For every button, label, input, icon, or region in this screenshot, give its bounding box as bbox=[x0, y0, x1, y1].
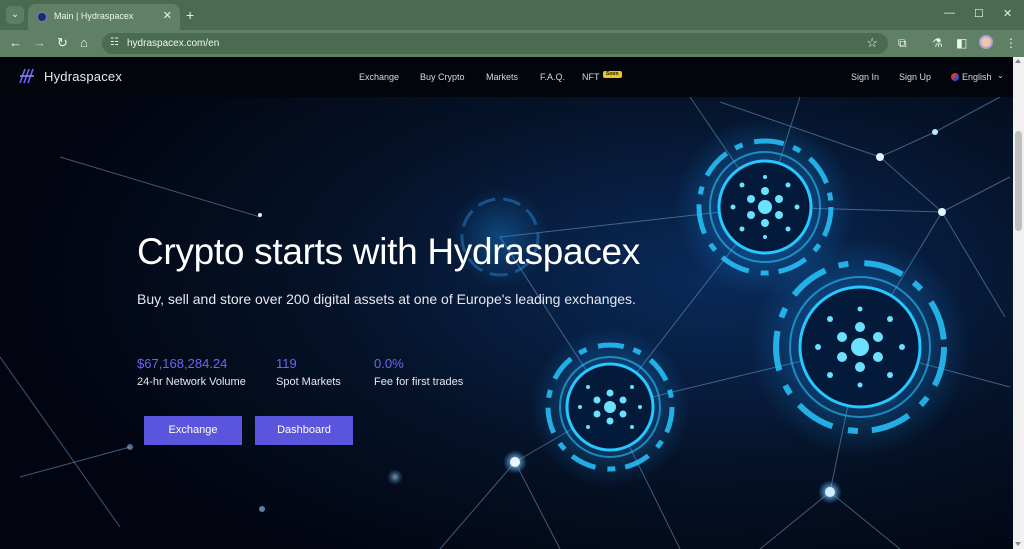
hero-headline: Crypto starts with Hydraspacex bbox=[137, 231, 641, 272]
maximize-icon[interactable]: ☐ bbox=[974, 7, 984, 20]
nav-markets[interactable]: Markets bbox=[486, 72, 518, 82]
stat-markets-value: 119 bbox=[276, 356, 297, 371]
scroll-down-icon[interactable] bbox=[1015, 542, 1021, 546]
reload-icon[interactable]: ↻ bbox=[57, 35, 68, 51]
browser-tab[interactable]: Main | Hydraspacex ✕ bbox=[28, 4, 180, 30]
close-icon[interactable]: ✕ bbox=[163, 9, 172, 22]
address-bar[interactable]: ☷ hydraspacex.com/en ☆ bbox=[102, 33, 888, 54]
language-selector[interactable]: English bbox=[962, 72, 992, 82]
nav-exchange[interactable]: Exchange bbox=[359, 72, 399, 82]
favicon-icon bbox=[37, 12, 47, 22]
avatar[interactable] bbox=[979, 35, 993, 49]
exchange-button[interactable]: Exchange bbox=[144, 416, 242, 445]
home-icon[interactable]: ⌂ bbox=[80, 35, 88, 51]
forward-icon[interactable]: → bbox=[33, 35, 46, 51]
stat-fee-label: Fee for first trades bbox=[374, 376, 464, 388]
stat-fee-value: 0.0% bbox=[374, 356, 404, 371]
site-header: Hydraspacex Exchange Buy Crypto Markets … bbox=[0, 57, 1013, 97]
url-text[interactable]: hydraspacex.com/en bbox=[127, 38, 219, 49]
web-page: Hydraspacex Exchange Buy Crypto Markets … bbox=[0, 57, 1013, 549]
nav-faq[interactable]: F.A.Q. bbox=[540, 72, 565, 82]
star-icon[interactable]: ☆ bbox=[866, 35, 878, 51]
page-scrollbar[interactable] bbox=[1013, 57, 1024, 549]
nav-buy-crypto[interactable]: Buy Crypto bbox=[420, 72, 465, 82]
sign-up-link[interactable]: Sign Up bbox=[899, 72, 931, 82]
dashboard-button[interactable]: Dashboard bbox=[255, 416, 353, 445]
browser-tab-strip: ⌄ Main | Hydraspacex ✕ + — ☐ ✕ bbox=[0, 0, 1024, 30]
logo-icon bbox=[19, 68, 34, 84]
plus-icon[interactable]: + bbox=[186, 6, 194, 24]
nav-nft[interactable]: NFT bbox=[582, 72, 600, 82]
scroll-up-icon[interactable] bbox=[1015, 59, 1021, 63]
extensions-icon[interactable]: ⧉ bbox=[898, 36, 907, 50]
window-close-icon[interactable]: ✕ bbox=[1003, 7, 1012, 20]
stat-volume-value: $67,168,284.24 bbox=[137, 356, 228, 371]
browser-toolbar: ← → ↻ ⌂ ☷ hydraspacex.com/en ☆ ⧉ ⚗ ◧ ⋮ bbox=[0, 30, 1024, 57]
back-icon[interactable]: ← bbox=[9, 35, 22, 51]
sign-in-link[interactable]: Sign In bbox=[851, 72, 879, 82]
globe-icon bbox=[951, 73, 959, 81]
minimize-icon[interactable]: — bbox=[944, 7, 955, 19]
labs-icon[interactable]: ⚗ bbox=[932, 36, 943, 50]
chevron-down-icon[interactable]: ⌄ bbox=[997, 71, 1004, 80]
site-info-icon[interactable]: ☷ bbox=[110, 37, 119, 48]
menu-icon[interactable]: ⋮ bbox=[1005, 36, 1017, 50]
scrollbar-thumb[interactable] bbox=[1015, 131, 1022, 231]
brand-name[interactable]: Hydraspacex bbox=[44, 69, 122, 84]
sidebar-icon[interactable]: ◧ bbox=[956, 36, 967, 50]
tab-search-icon[interactable]: ⌄ bbox=[6, 6, 24, 24]
stat-volume-label: 24-hr Network Volume bbox=[137, 376, 246, 388]
soon-badge: Soon bbox=[603, 71, 622, 78]
tab-title: Main | Hydraspacex bbox=[54, 11, 134, 21]
hero-subtitle: Buy, sell and store over 200 digital ass… bbox=[137, 291, 636, 307]
stat-markets-label: Spot Markets bbox=[276, 376, 341, 388]
